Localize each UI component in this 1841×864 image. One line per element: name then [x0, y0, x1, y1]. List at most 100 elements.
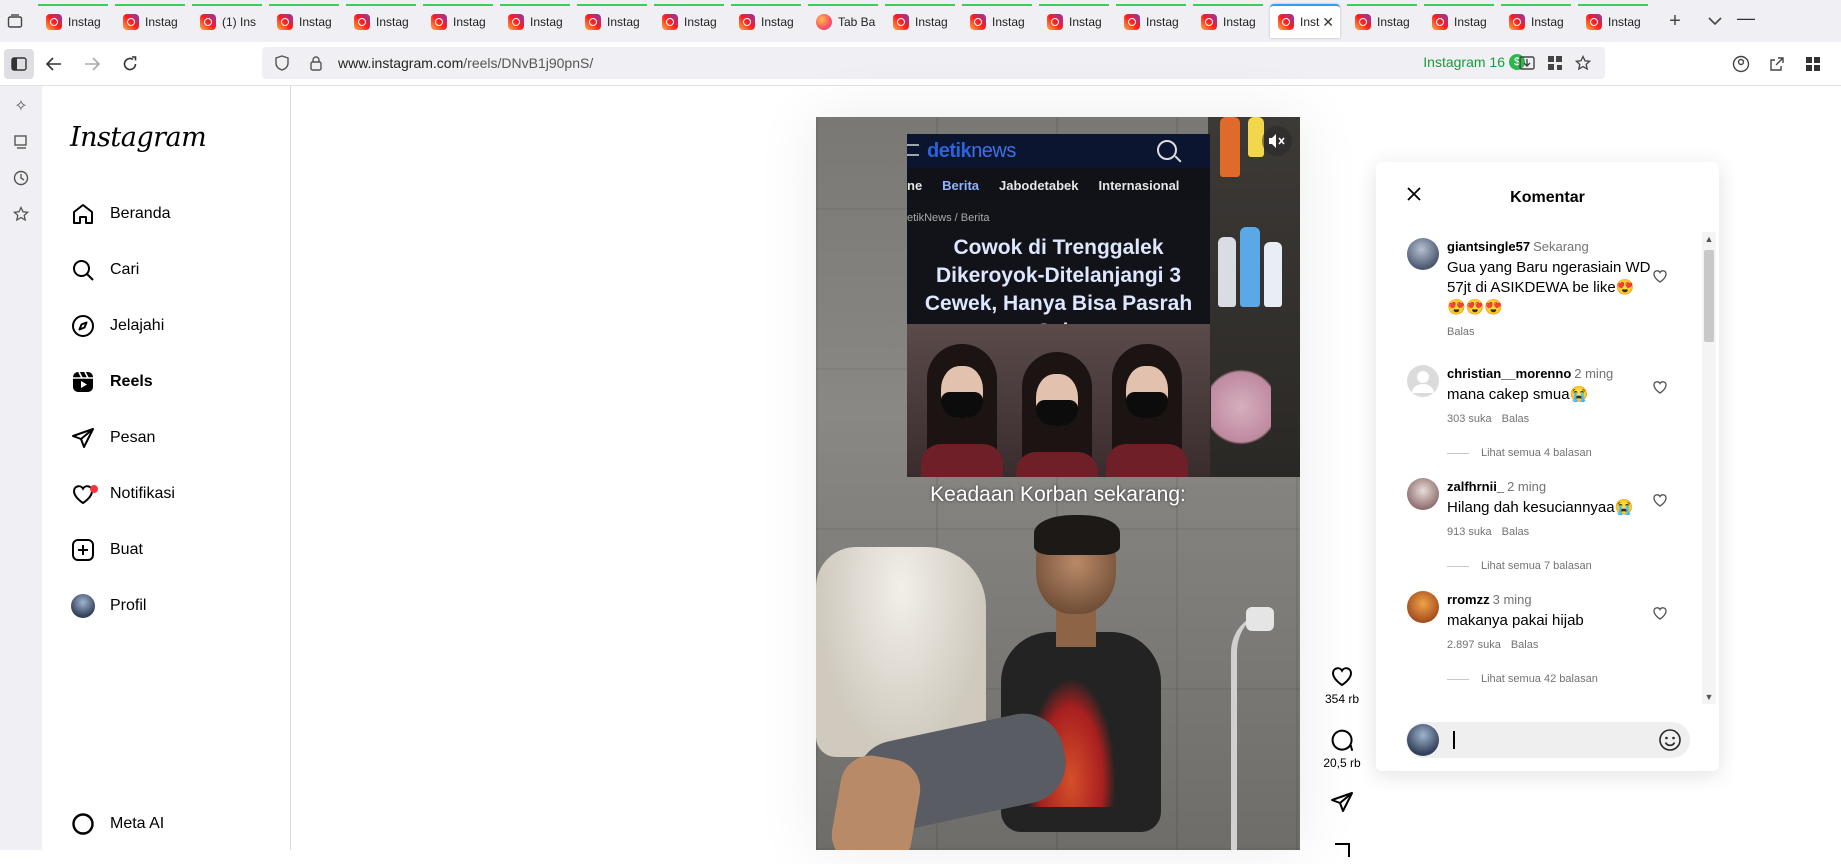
browser-tab[interactable]: Instag: [38, 4, 108, 38]
heart-icon: [1653, 607, 1667, 620]
lock-icon[interactable]: [302, 55, 330, 71]
reply-button[interactable]: Balas: [1502, 413, 1530, 425]
nav-item-notifications[interactable]: Notifikasi: [70, 474, 175, 514]
browser-tab[interactable]: Inst ✕: [1270, 4, 1340, 38]
account-icon[interactable]: [1723, 48, 1759, 80]
share-button[interactable]: [1320, 788, 1364, 816]
view-replies-button[interactable]: Lihat semua 4 balasan: [1447, 447, 1592, 459]
comment-username[interactable]: rromzz: [1447, 592, 1490, 607]
browser-tab[interactable]: Instag: [731, 4, 801, 38]
compass-icon: [70, 313, 96, 339]
mute-button[interactable]: [1262, 126, 1292, 156]
heart-icon: [1653, 494, 1667, 507]
nav-item-messages[interactable]: Pesan: [70, 418, 155, 458]
window-minimize-button[interactable]: —: [1737, 8, 1755, 29]
forward-button[interactable]: [74, 46, 110, 82]
nav-item-profile[interactable]: Profil: [70, 586, 146, 626]
browser-tab[interactable]: Instag: [885, 4, 955, 38]
list-all-tabs-button[interactable]: [1695, 0, 1735, 42]
bookmarks-icon[interactable]: [0, 196, 42, 232]
scroll-down-arrow[interactable]: ▼: [1704, 692, 1714, 702]
reply-button[interactable]: Balas: [1502, 526, 1530, 538]
like-button[interactable]: 354 rb: [1320, 662, 1364, 706]
url-bar[interactable]: www.instagram.com/reels/DNvB1j90pnS/ Ins…: [262, 47, 1605, 79]
nav-item-search[interactable]: Cari: [70, 250, 139, 290]
comments-scrollbar[interactable]: ▲ ▼: [1702, 232, 1716, 704]
browser-tab[interactable]: Instag: [1347, 4, 1417, 38]
browser-tab[interactable]: Instag: [1039, 4, 1109, 38]
browser-tab[interactable]: Instag: [1116, 4, 1186, 38]
sidebar-toggle-button[interactable]: [4, 48, 34, 79]
browser-tab[interactable]: Tab Ba: [808, 4, 878, 38]
back-button[interactable]: [36, 46, 72, 82]
extension-counter[interactable]: Instagram 16 $: [1423, 54, 1525, 70]
browser-tab[interactable]: Instag: [654, 4, 724, 38]
comment-username[interactable]: giantsingle57: [1447, 239, 1530, 254]
extensions-icon[interactable]: [1795, 48, 1831, 80]
reel-video[interactable]: detiknews ne Berita Jabodetabek Internas…: [816, 117, 1300, 850]
comment-input[interactable]: [1458, 732, 1658, 748]
qr-code-icon[interactable]: [1541, 51, 1569, 75]
nav-item-explore[interactable]: Jelajahi: [70, 306, 164, 346]
new-tab-button[interactable]: +: [1655, 0, 1695, 42]
download-page-icon[interactable]: [1513, 51, 1541, 75]
comment-input-bar: [1406, 722, 1690, 758]
nav-item-create[interactable]: Buat: [70, 530, 143, 570]
browser-tab[interactable]: Instag: [1424, 4, 1494, 38]
browser-tab[interactable]: Instag: [500, 4, 570, 38]
browser-tab[interactable]: Instag: [962, 4, 1032, 38]
browser-tab[interactable]: Instag: [269, 4, 339, 38]
browser-tab[interactable]: Instag: [1578, 4, 1648, 38]
nav-item-reels[interactable]: Reels: [70, 362, 153, 402]
browser-tab[interactable]: Instag: [423, 4, 493, 38]
comment-username[interactable]: zalfhrnii_: [1447, 479, 1504, 494]
emoji-button[interactable]: [1658, 728, 1682, 752]
browser-tab[interactable]: Instag: [1501, 4, 1571, 38]
comment-like-count[interactable]: 2.897 suka: [1447, 639, 1501, 651]
shield-icon[interactable]: [268, 55, 296, 71]
comment-text: Hilang dah kesuciannyaa😭: [1447, 499, 1634, 516]
browser-tab[interactable]: Instag: [346, 4, 416, 38]
comment-like-button[interactable]: [1652, 379, 1670, 397]
comment-like-button[interactable]: [1652, 492, 1670, 510]
browser-tab[interactable]: Instag: [577, 4, 647, 38]
browser-tab[interactable]: Instag: [115, 4, 185, 38]
history-icon[interactable]: [0, 160, 42, 196]
comment-like-count[interactable]: 913 suka: [1447, 526, 1492, 538]
avatar[interactable]: [1407, 591, 1439, 623]
heart-icon: [1653, 270, 1667, 283]
tab-overview-button[interactable]: [0, 0, 30, 42]
reply-button[interactable]: Balas: [1511, 639, 1539, 651]
bookmark-star-icon[interactable]: [1569, 51, 1597, 75]
browser-tab[interactable]: (1) Ins: [192, 4, 262, 38]
reload-button[interactable]: [112, 46, 148, 82]
view-replies-button[interactable]: Lihat semua 42 balasan: [1447, 673, 1598, 685]
reply-button[interactable]: Balas: [1447, 326, 1475, 338]
synced-tabs-icon[interactable]: [0, 124, 42, 160]
comment-button[interactable]: 20,5 rb: [1320, 726, 1364, 770]
share-icon[interactable]: [1759, 48, 1795, 80]
comment-like-button[interactable]: [1652, 605, 1670, 623]
comments-list: giantsingle57 Sekarang Gua yang Baru nger…: [1376, 238, 1706, 698]
comment-like-button[interactable]: [1652, 268, 1670, 286]
close-tab-icon[interactable]: ✕: [1322, 14, 1334, 31]
comment-username[interactable]: christian__morenno: [1447, 366, 1571, 381]
tab-title: Instag: [453, 15, 486, 29]
view-replies-button[interactable]: Lihat semua 7 balasan: [1447, 560, 1592, 572]
scroll-up-arrow[interactable]: ▲: [1704, 234, 1714, 244]
notification-dot: [90, 485, 98, 493]
save-button[interactable]: [1320, 836, 1364, 864]
nav-item-home[interactable]: Beranda: [70, 194, 171, 234]
avatar[interactable]: [1407, 478, 1439, 510]
browser-tab[interactable]: Instag: [1193, 4, 1263, 38]
nav-item-meta-ai[interactable]: Meta AI: [70, 804, 164, 844]
avatar[interactable]: [1407, 365, 1439, 397]
url-text[interactable]: www.instagram.com/reels/DNvB1j90pnS/: [338, 55, 593, 71]
comment-like-count[interactable]: 303 suka: [1447, 413, 1492, 425]
ai-sparkle-icon[interactable]: ✧: [0, 88, 42, 124]
comment-time: 2 ming: [1574, 366, 1614, 381]
instagram-icon: [1509, 14, 1525, 30]
avatar[interactable]: [1407, 238, 1439, 270]
instagram-logo[interactable]: Instagram: [70, 122, 207, 153]
scroll-thumb[interactable]: [1704, 250, 1714, 342]
